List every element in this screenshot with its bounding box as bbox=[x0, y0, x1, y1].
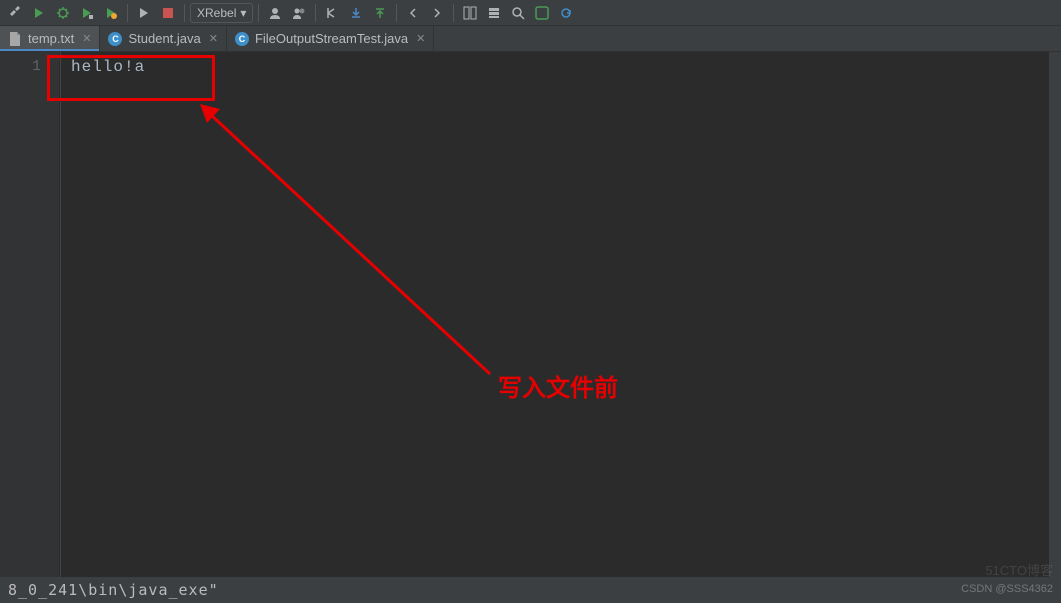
line-gutter: 1 bbox=[0, 52, 60, 577]
tab-fileoutputstreamtest-java[interactable]: C FileOutputStreamTest.java ✕ bbox=[227, 26, 434, 51]
close-icon[interactable]: ✕ bbox=[416, 32, 425, 45]
user-icon[interactable] bbox=[264, 2, 286, 24]
toolbar-separator bbox=[184, 4, 185, 22]
coverage-icon[interactable] bbox=[76, 2, 98, 24]
hammer-icon[interactable] bbox=[4, 2, 26, 24]
code-line: hello!a bbox=[71, 56, 1051, 78]
toolbar-separator bbox=[396, 4, 397, 22]
toolbar-separator bbox=[315, 4, 316, 22]
avatar-icon[interactable] bbox=[531, 2, 553, 24]
close-icon[interactable]: ✕ bbox=[82, 32, 91, 45]
line-number: 1 bbox=[4, 56, 41, 78]
update-icon[interactable] bbox=[345, 2, 367, 24]
profile-icon[interactable] bbox=[100, 2, 122, 24]
sync-icon[interactable] bbox=[555, 2, 577, 24]
forward-icon[interactable] bbox=[426, 2, 448, 24]
chevron-down-icon: ▾ bbox=[240, 6, 246, 20]
debug-icon[interactable] bbox=[52, 2, 74, 24]
java-class-icon: C bbox=[235, 32, 249, 46]
back-icon[interactable] bbox=[402, 2, 424, 24]
vcs-icon[interactable] bbox=[321, 2, 343, 24]
editor-content[interactable]: hello!a bbox=[60, 52, 1061, 577]
close-icon[interactable]: ✕ bbox=[209, 32, 218, 45]
status-text: 8_0_241\bin\java_exe" bbox=[8, 581, 219, 599]
toolbar-separator bbox=[453, 4, 454, 22]
dropdown-label: XRebel bbox=[197, 6, 236, 20]
tab-label: FileOutputStreamTest.java bbox=[255, 31, 408, 46]
run-config-dropdown[interactable]: XRebel ▾ bbox=[190, 3, 253, 23]
text-file-icon bbox=[8, 32, 22, 46]
tab-label: temp.txt bbox=[28, 31, 74, 46]
toolbar-separator bbox=[258, 4, 259, 22]
stop-icon[interactable] bbox=[157, 2, 179, 24]
java-class-icon: C bbox=[108, 32, 122, 46]
users-icon[interactable] bbox=[288, 2, 310, 24]
tab-temp-txt[interactable]: temp.txt ✕ bbox=[0, 26, 100, 51]
vertical-scrollbar[interactable] bbox=[1049, 52, 1061, 577]
search-icon[interactable] bbox=[507, 2, 529, 24]
editor-tabs: temp.txt ✕ C Student.java ✕ C FileOutput… bbox=[0, 26, 1061, 52]
watermark-secondary: 51CTO博客 bbox=[985, 560, 1053, 579]
run-icon[interactable] bbox=[28, 2, 50, 24]
tab-student-java[interactable]: C Student.java ✕ bbox=[100, 26, 227, 51]
watermark: CSDN @SSS4362 bbox=[961, 583, 1053, 595]
toolbar-separator bbox=[127, 4, 128, 22]
layout-icon[interactable] bbox=[459, 2, 481, 24]
commit-icon[interactable] bbox=[369, 2, 391, 24]
main-toolbar: XRebel ▾ bbox=[0, 0, 1061, 26]
structure-icon[interactable] bbox=[483, 2, 505, 24]
tab-label: Student.java bbox=[128, 31, 200, 46]
attach-icon[interactable] bbox=[133, 2, 155, 24]
bottom-status-bar: 8_0_241\bin\java_exe" bbox=[0, 577, 1061, 603]
editor-area: 1 hello!a bbox=[0, 52, 1061, 577]
